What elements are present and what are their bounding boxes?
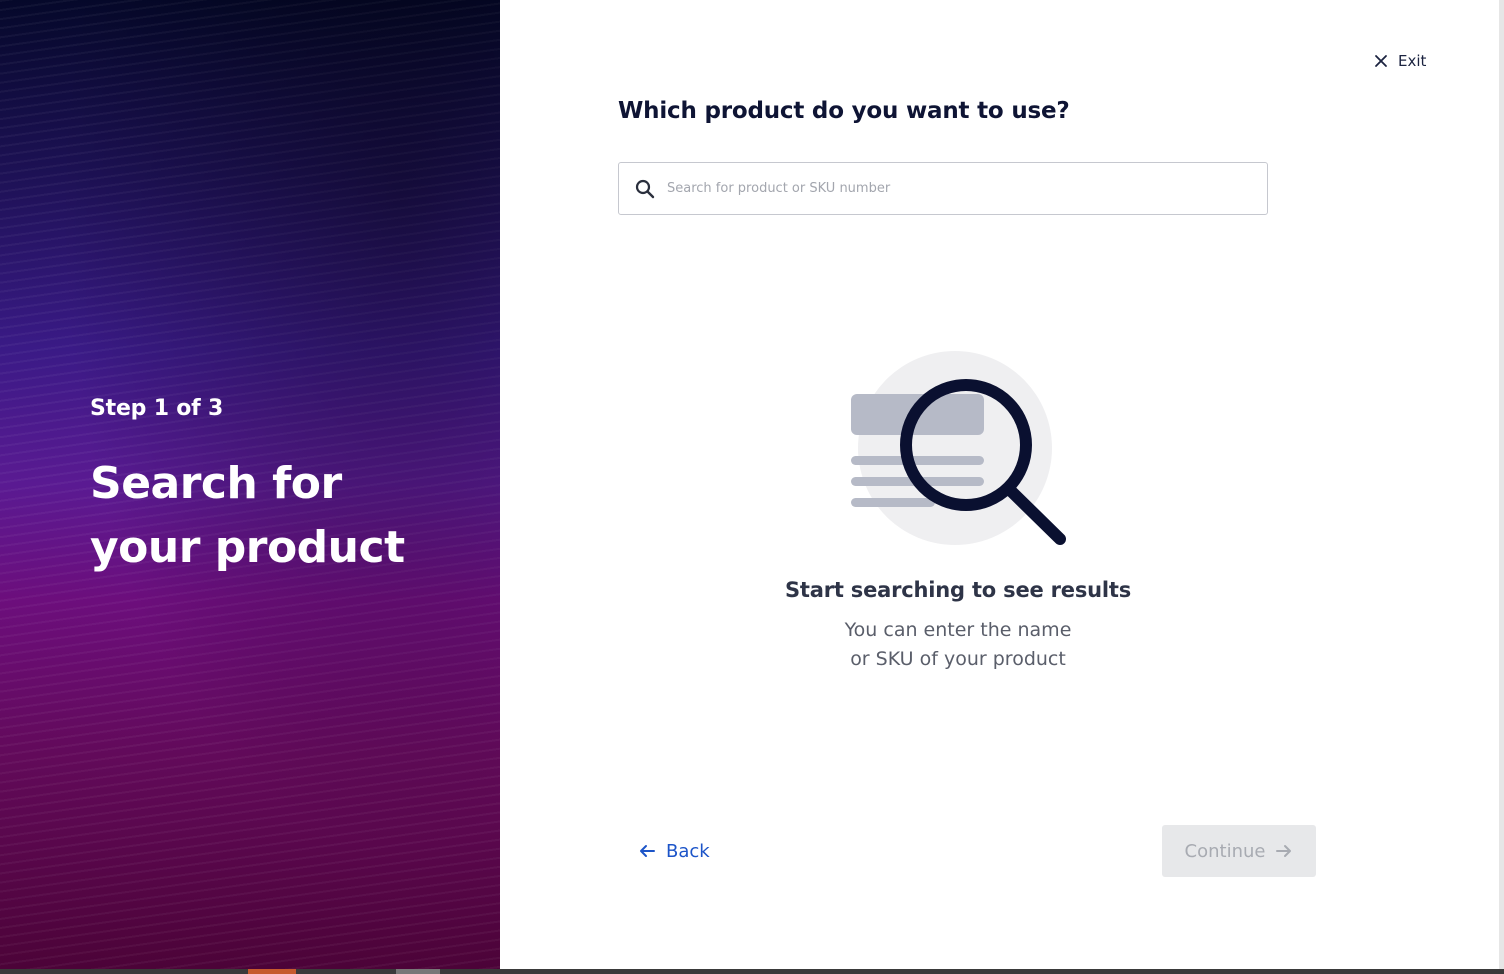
back-label: Back (666, 840, 710, 862)
empty-state-description: You can enter the name or SKU of your pr… (718, 616, 1198, 674)
left-panel: Step 1 of 3 Search for your product (0, 0, 500, 969)
magnifier-illustration (846, 348, 1070, 548)
exit-button[interactable]: Exit (1374, 50, 1426, 72)
search-icon (635, 179, 655, 199)
taskbar-strip (0, 969, 1504, 974)
search-input[interactable] (665, 167, 1267, 210)
search-field[interactable] (618, 162, 1268, 215)
arrow-right-icon (1275, 843, 1293, 859)
arrow-left-icon (638, 843, 656, 859)
close-icon (1374, 54, 1388, 68)
step-title: Search for your product (90, 458, 405, 573)
empty-state-title: Start searching to see results (784, 578, 1132, 602)
exit-label: Exit (1398, 52, 1427, 70)
page-question: Which product do you want to use? (618, 98, 1070, 124)
continue-label: Continue (1184, 840, 1266, 862)
step-indicator: Step 1 of 3 (90, 396, 224, 421)
scrollbar[interactable] (1499, 0, 1504, 969)
empty-state-line: You can enter the name (844, 619, 1072, 641)
back-button[interactable]: Back (638, 838, 710, 864)
empty-state-line: or SKU of your product (850, 648, 1066, 670)
taskbar-item (396, 969, 440, 974)
continue-button[interactable]: Continue (1162, 825, 1316, 877)
taskbar-item (248, 969, 296, 974)
